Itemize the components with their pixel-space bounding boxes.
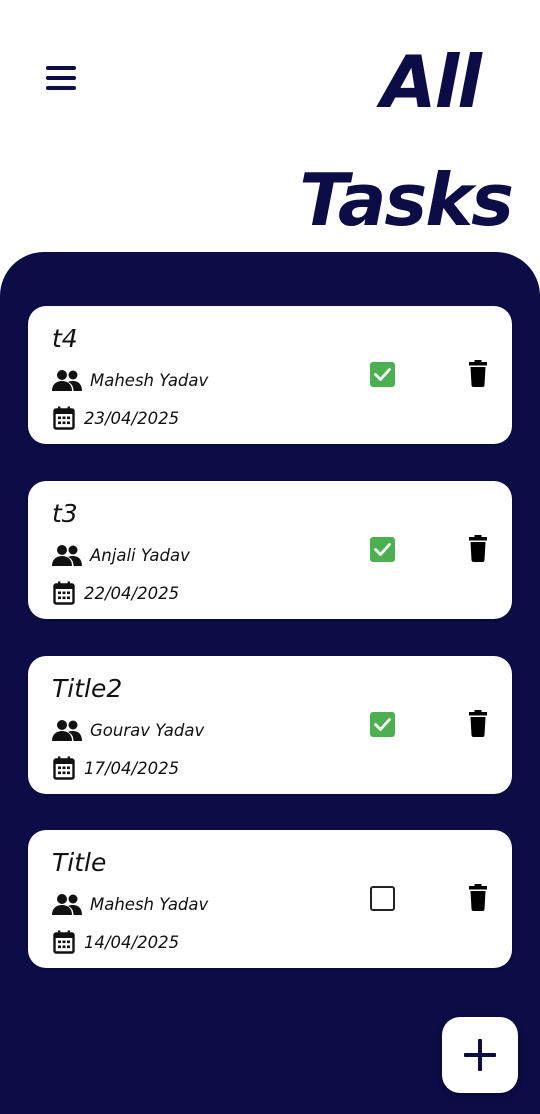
people-icon	[52, 543, 82, 567]
task-card[interactable]: Title2 Gourav Yadav 17/04/2025	[28, 656, 512, 794]
trash-icon	[469, 535, 487, 562]
task-assignee: Gourav Yadav	[90, 720, 205, 740]
calendar-icon	[52, 930, 76, 954]
task-card[interactable]: t4 Mahesh Yadav 23/04/2025	[28, 306, 512, 444]
task-date: 22/04/2025	[84, 583, 180, 603]
task-assignee: Mahesh Yadav	[90, 370, 209, 390]
people-icon	[52, 718, 82, 742]
trash-icon	[469, 360, 487, 387]
delete-task-button[interactable]	[466, 535, 490, 563]
task-date: 14/04/2025	[84, 932, 180, 952]
task-date: 23/04/2025	[84, 408, 180, 428]
people-icon	[52, 892, 82, 916]
task-list-panel: t4 Mahesh Yadav 23/04/2025 t3 Anjali Yad	[0, 252, 540, 1114]
calendar-icon	[52, 756, 76, 780]
add-task-button[interactable]	[442, 1017, 518, 1093]
hamburger-menu-icon[interactable]	[44, 62, 78, 94]
delete-task-button[interactable]	[466, 710, 490, 738]
trash-icon	[469, 884, 487, 911]
task-completed-checkbox[interactable]	[370, 712, 395, 737]
checkmark-icon	[374, 543, 391, 556]
task-assignee: Mahesh Yadav	[90, 894, 209, 914]
delete-task-button[interactable]	[466, 360, 490, 388]
page-title-line1: All	[380, 40, 482, 124]
task-card[interactable]: Title Mahesh Yadav 14/04/2025	[28, 830, 512, 968]
checkmark-icon	[374, 718, 391, 731]
task-completed-checkbox[interactable]	[370, 537, 395, 562]
task-title: t3	[52, 499, 78, 528]
calendar-icon	[52, 581, 76, 605]
task-card[interactable]: t3 Anjali Yadav 22/04/2025	[28, 481, 512, 619]
plus-icon	[464, 1039, 496, 1071]
task-completed-checkbox[interactable]	[370, 362, 395, 387]
delete-task-button[interactable]	[466, 884, 490, 912]
checkmark-icon	[374, 368, 391, 381]
trash-icon	[469, 710, 487, 737]
task-assignee: Anjali Yadav	[90, 545, 190, 565]
task-title: Title2	[52, 674, 123, 703]
page-title-line2: Tasks	[299, 158, 514, 242]
task-title: Title	[52, 848, 107, 877]
task-completed-checkbox[interactable]	[370, 886, 395, 911]
people-icon	[52, 368, 82, 392]
calendar-icon	[52, 406, 76, 430]
task-date: 17/04/2025	[84, 758, 180, 778]
task-title: t4	[52, 324, 78, 353]
